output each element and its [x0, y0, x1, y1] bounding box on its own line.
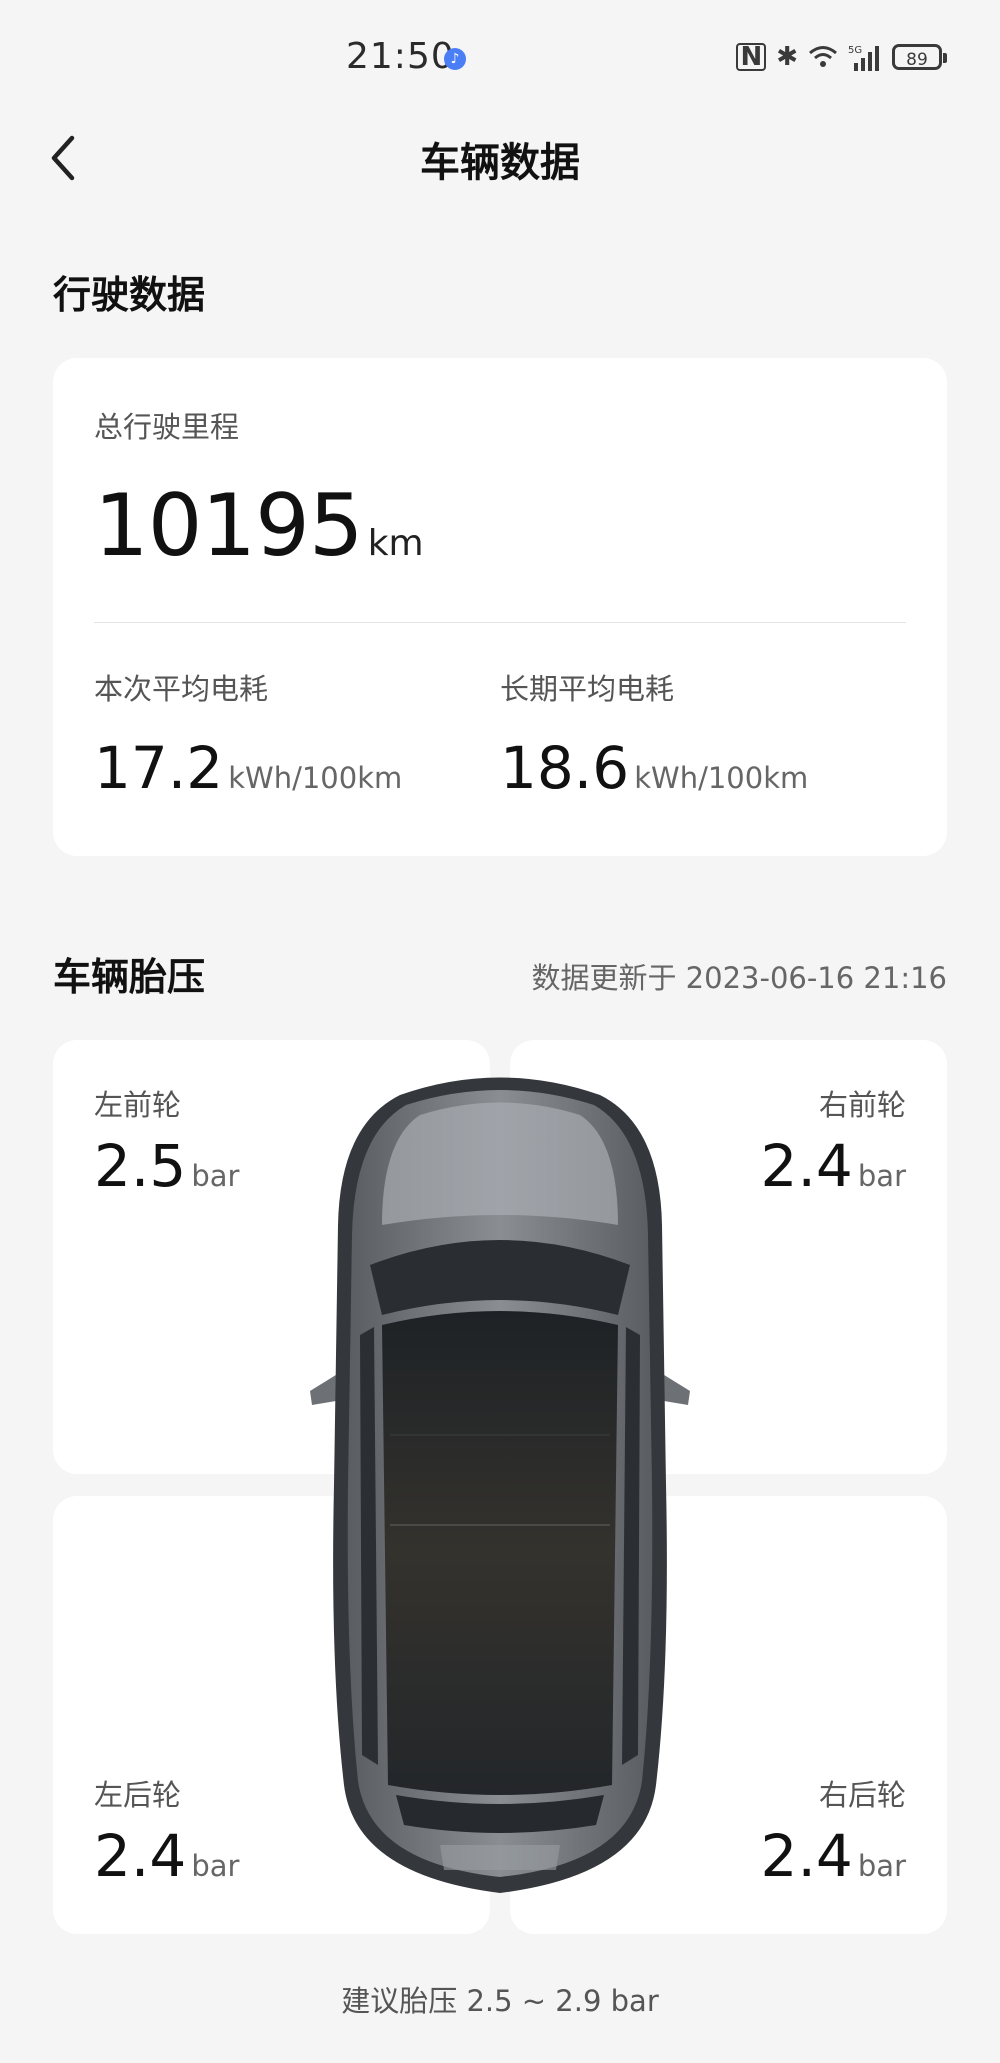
rear-left-pressure: 2.4 bar	[94, 1822, 239, 1890]
driving-card: 总行驶里程 10195 km 本次平均电耗 17.2 kWh/100km 长期平…	[53, 358, 947, 856]
front-right-value: 2.4	[760, 1132, 853, 1200]
front-left-value: 2.5	[94, 1132, 187, 1200]
rear-left-label: 左后轮	[94, 1778, 182, 1812]
rear-right-value: 2.4	[760, 1822, 853, 1890]
front-left-label: 左前轮	[94, 1088, 182, 1122]
current-consumption: 17.2 kWh/100km	[94, 734, 402, 802]
rear-left-value: 2.4	[94, 1822, 187, 1890]
update-time: 数据更新于 2023-06-16 21:16	[531, 961, 947, 995]
car-top-view-image	[310, 1077, 690, 1893]
front-right-pressure: 2.4 bar	[761, 1132, 906, 1200]
wifi-icon	[809, 46, 837, 67]
music-icon: ♪	[444, 48, 466, 70]
total-mileage-label: 总行驶里程	[94, 410, 240, 444]
recommended-pressure-note: 建议胎压 2.5 ~ 2.9 bar	[341, 1984, 659, 2018]
total-mileage-value: 10195	[94, 476, 364, 576]
tire-section-title: 车辆胎压	[53, 955, 206, 999]
current-consumption-label: 本次平均电耗	[94, 672, 269, 706]
nfc-icon: N	[736, 43, 767, 71]
page-title: 车辆数据	[420, 140, 580, 186]
longterm-consumption-unit: kWh/100km	[634, 761, 809, 795]
front-right-label: 右前轮	[818, 1088, 906, 1122]
status-icons: N ✱ 5G 89	[736, 40, 947, 74]
rear-right-unit: bar	[857, 1849, 906, 1883]
current-consumption-value: 17.2	[94, 734, 224, 802]
svg-text:5G: 5G	[848, 45, 862, 56]
bluetooth-icon: ✱	[776, 42, 798, 72]
longterm-consumption: 18.6 kWh/100km	[500, 734, 808, 802]
divider	[94, 622, 906, 623]
battery-icon: 89	[892, 44, 947, 70]
total-mileage-unit: km	[367, 523, 424, 564]
rear-right-label: 右后轮	[818, 1778, 906, 1812]
front-left-unit: bar	[191, 1159, 240, 1193]
rear-right-pressure: 2.4 bar	[761, 1822, 906, 1890]
current-consumption-unit: kWh/100km	[228, 761, 403, 795]
front-right-unit: bar	[857, 1159, 906, 1193]
status-time: 21:50	[346, 36, 455, 77]
total-mileage: 10195 km	[94, 476, 424, 576]
longterm-consumption-value: 18.6	[500, 734, 630, 802]
front-left-pressure: 2.5 bar	[94, 1132, 239, 1200]
longterm-consumption-label: 长期平均电耗	[500, 672, 675, 706]
rear-left-unit: bar	[191, 1849, 240, 1883]
signal-icon: 5G	[848, 45, 879, 71]
driving-section-title: 行驶数据	[53, 273, 206, 317]
